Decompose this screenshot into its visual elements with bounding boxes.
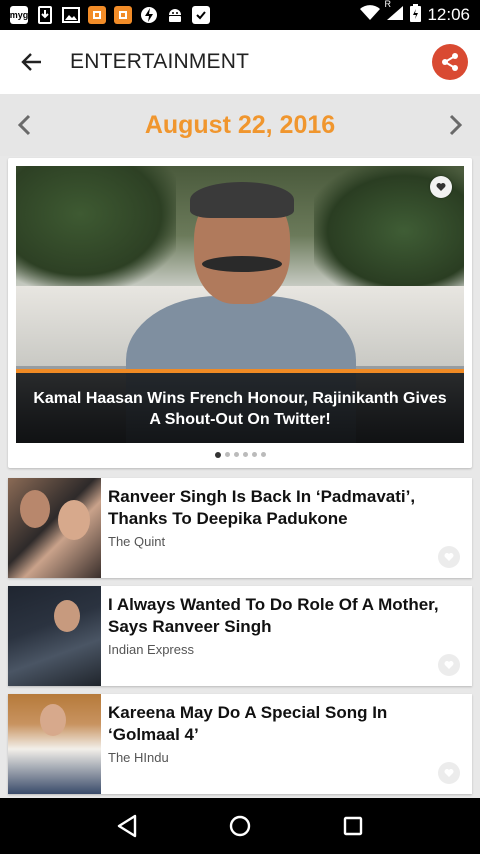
news-list-item[interactable]: Kareena May Do A Special Song In ‘Golmaa… bbox=[8, 694, 472, 794]
feat-mustache bbox=[202, 256, 282, 272]
nav-back-button[interactable] bbox=[107, 806, 147, 846]
carousel-dot[interactable] bbox=[214, 452, 221, 458]
status-time: 12:06 bbox=[427, 5, 470, 24]
circle-home-icon bbox=[229, 815, 251, 837]
date-navigator: August 22, 2016 bbox=[0, 94, 480, 156]
share-button[interactable] bbox=[432, 44, 468, 80]
news-source: Indian Express bbox=[108, 642, 194, 657]
status-bar: myg R 12:06 bbox=[0, 0, 480, 30]
featured-story-headline[interactable]: Kamal Haasan Wins French Honour, Rajinik… bbox=[26, 388, 454, 430]
favorite-button[interactable] bbox=[430, 176, 452, 198]
nav-recents-button[interactable] bbox=[333, 806, 373, 846]
notification-icons: myg bbox=[10, 6, 210, 24]
thumb-face bbox=[54, 600, 80, 632]
featured-story-card[interactable]: Kamal Haasan Wins French Honour, Rajinik… bbox=[8, 158, 472, 468]
signal-icon: R bbox=[384, 0, 404, 26]
news-source: The HIndu bbox=[108, 750, 169, 765]
app-orange-icon bbox=[114, 6, 132, 24]
next-date-button[interactable] bbox=[442, 110, 470, 140]
thumb-face bbox=[20, 490, 50, 528]
app-bar: ENTERTAINMENT bbox=[0, 30, 480, 94]
favorite-button[interactable] bbox=[438, 546, 460, 568]
lightning-icon bbox=[140, 6, 158, 24]
feat-hair bbox=[190, 182, 294, 218]
news-headline[interactable]: Kareena May Do A Special Song In ‘Golmaa… bbox=[108, 702, 458, 746]
news-headline[interactable]: Ranveer Singh Is Back In ‘Padmavati’, Th… bbox=[108, 486, 458, 530]
news-source: The Quint bbox=[108, 534, 166, 549]
heart-icon bbox=[444, 553, 454, 561]
myg-label: myg bbox=[9, 10, 29, 20]
thumb-face bbox=[58, 500, 90, 540]
carousel-dot[interactable] bbox=[233, 452, 239, 457]
heart-icon bbox=[436, 183, 446, 191]
wifi-icon bbox=[360, 4, 381, 26]
carousel-dot[interactable] bbox=[260, 452, 266, 457]
share-icon bbox=[442, 53, 458, 71]
heart-icon bbox=[444, 769, 454, 777]
myg-icon: myg bbox=[10, 6, 28, 24]
carousel-dot[interactable] bbox=[251, 452, 257, 457]
thumb-face bbox=[40, 704, 66, 736]
system-navigation-bar bbox=[0, 798, 480, 854]
arrow-left-icon bbox=[21, 53, 41, 71]
system-status: R 12:06 bbox=[360, 0, 470, 27]
current-date: August 22, 2016 bbox=[144, 110, 336, 139]
news-list-item[interactable]: I Always Wanted To Do Role Of A Mother, … bbox=[8, 586, 472, 686]
news-headline[interactable]: I Always Wanted To Do Role Of A Mother, … bbox=[108, 594, 458, 638]
news-list-item[interactable]: Ranveer Singh Is Back In ‘Padmavati’, Th… bbox=[8, 478, 472, 578]
heart-icon bbox=[444, 661, 454, 669]
carousel-dot[interactable] bbox=[242, 452, 248, 457]
download-icon bbox=[36, 6, 54, 24]
featured-story-image[interactable]: Kamal Haasan Wins French Honour, Rajinik… bbox=[16, 166, 464, 443]
square-recents-icon bbox=[344, 816, 363, 836]
favorite-button[interactable] bbox=[438, 654, 460, 676]
page-title: ENTERTAINMENT bbox=[70, 50, 250, 73]
chevron-right-icon bbox=[449, 114, 463, 136]
favorite-button[interactable] bbox=[438, 762, 460, 784]
app-orange-icon bbox=[88, 6, 106, 24]
back-button[interactable] bbox=[0, 30, 64, 94]
carousel-dot[interactable] bbox=[224, 452, 230, 457]
background-foliage bbox=[16, 166, 176, 286]
battery-icon bbox=[410, 3, 422, 27]
chevron-left-icon bbox=[17, 114, 31, 136]
gallery-icon bbox=[62, 6, 80, 24]
android-icon bbox=[166, 6, 184, 24]
previous-date-button[interactable] bbox=[10, 110, 38, 140]
roaming-label: R bbox=[384, 0, 391, 9]
news-thumbnail[interactable] bbox=[8, 694, 101, 794]
news-thumbnail[interactable] bbox=[8, 478, 101, 578]
clipboard-check-icon bbox=[192, 6, 210, 24]
triangle-back-icon bbox=[117, 814, 136, 838]
news-thumbnail[interactable] bbox=[8, 586, 101, 686]
carousel-pagination bbox=[8, 452, 472, 462]
nav-home-button[interactable] bbox=[220, 806, 260, 846]
